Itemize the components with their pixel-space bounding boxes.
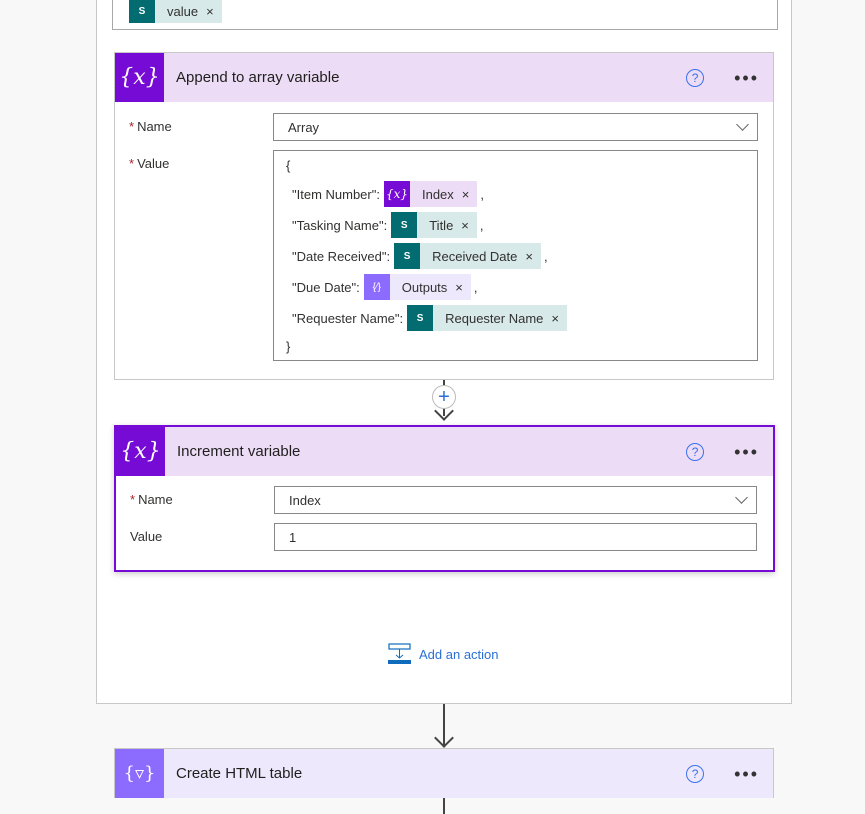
value-input[interactable]: 1 — [274, 523, 757, 551]
comma: , — [480, 186, 485, 202]
comma: , — [543, 248, 548, 264]
variable-icon: {x} — [115, 53, 164, 102]
json-line: "Item Number": {x} Index × , — [292, 181, 484, 207]
dynamic-token[interactable]: S Received Date × — [394, 243, 541, 269]
value-label: * Value — [129, 156, 170, 171]
json-key: "Item Number": — [292, 186, 380, 202]
name-label: * Name — [129, 119, 172, 134]
json-line: "Due Date": {⁄} Outputs × , — [292, 274, 478, 300]
json-line: "Tasking Name": S Title × , — [292, 212, 484, 238]
sharepoint-icon: S — [391, 212, 418, 238]
card-title: Create HTML table — [176, 765, 303, 782]
sharepoint-icon: S — [129, 0, 155, 23]
dynamic-token[interactable]: {x} Index × — [383, 181, 478, 207]
comma: , — [473, 279, 478, 295]
help-icon[interactable]: ? — [686, 764, 705, 783]
value-editor[interactable]: { "Item Number": {x} Index × , "Tasking Nam… — [273, 150, 758, 361]
json-line: "Date Received": S Received Date × , — [292, 243, 548, 269]
json-line: "Requester Name": S Requester Name × — [292, 305, 570, 331]
create-html-table-card[interactable]: {▿} Create HTML table ? ••• — [114, 748, 774, 798]
json-key: "Tasking Name": — [292, 217, 388, 233]
more-options-icon[interactable]: ••• — [734, 443, 759, 461]
previous-action-card: S value × — [112, 0, 778, 30]
add-action-icon — [388, 643, 411, 664]
sharepoint-icon: S — [407, 305, 434, 331]
json-key: "Due Date": — [292, 279, 360, 295]
card-header[interactable]: {x} Append to array variable ? ••• — [115, 53, 773, 102]
more-options-icon[interactable]: ••• — [734, 69, 759, 87]
card-title: Increment variable — [177, 443, 301, 460]
variable-icon: {x} — [116, 427, 165, 476]
dynamic-token[interactable]: S Title × — [391, 212, 477, 238]
card-header[interactable]: {x} Increment variable ? ••• — [116, 427, 773, 476]
remove-token-icon[interactable]: × — [455, 280, 471, 295]
json-key: "Requester Name": — [292, 310, 404, 326]
append-to-array-card: {x} Append to array variable ? ••• * Name… — [114, 52, 774, 380]
remove-token-icon[interactable]: × — [462, 187, 478, 202]
comma: , — [479, 217, 484, 233]
variable-icon: {x} — [383, 181, 410, 207]
sharepoint-icon: S — [394, 243, 421, 269]
value-label: Value — [130, 529, 163, 544]
data-operation-icon: {▿} — [115, 749, 164, 798]
value-token[interactable]: S value × — [129, 0, 222, 23]
chevron-down-icon — [735, 491, 748, 504]
remove-token-icon[interactable]: × — [461, 218, 477, 233]
add-an-action-button[interactable]: Add an action — [388, 643, 499, 665]
card-header[interactable]: {▿} Create HTML table ? ••• — [115, 749, 773, 798]
help-icon[interactable]: ? — [686, 68, 705, 87]
name-label: * Name — [130, 492, 173, 507]
remove-token-icon[interactable]: × — [551, 311, 567, 326]
name-dropdown[interactable]: Index — [274, 486, 757, 514]
card-title: Append to array variable — [176, 69, 340, 86]
json-key: "Date Received": — [292, 248, 391, 264]
arrow-down-icon — [434, 728, 454, 748]
more-options-icon[interactable]: ••• — [734, 765, 759, 783]
increment-variable-card: {x} Increment variable ? ••• * Name Index… — [114, 425, 775, 572]
name-dropdown[interactable]: Array — [273, 113, 758, 141]
help-icon[interactable]: ? — [686, 442, 705, 461]
remove-token-icon[interactable]: × — [206, 4, 222, 19]
dynamic-token[interactable]: S Requester Name × — [407, 305, 567, 331]
remove-token-icon[interactable]: × — [525, 249, 541, 264]
expression-icon: {⁄} — [363, 274, 390, 300]
dynamic-token[interactable]: {⁄} Outputs × — [363, 274, 471, 300]
chevron-down-icon — [736, 118, 749, 131]
